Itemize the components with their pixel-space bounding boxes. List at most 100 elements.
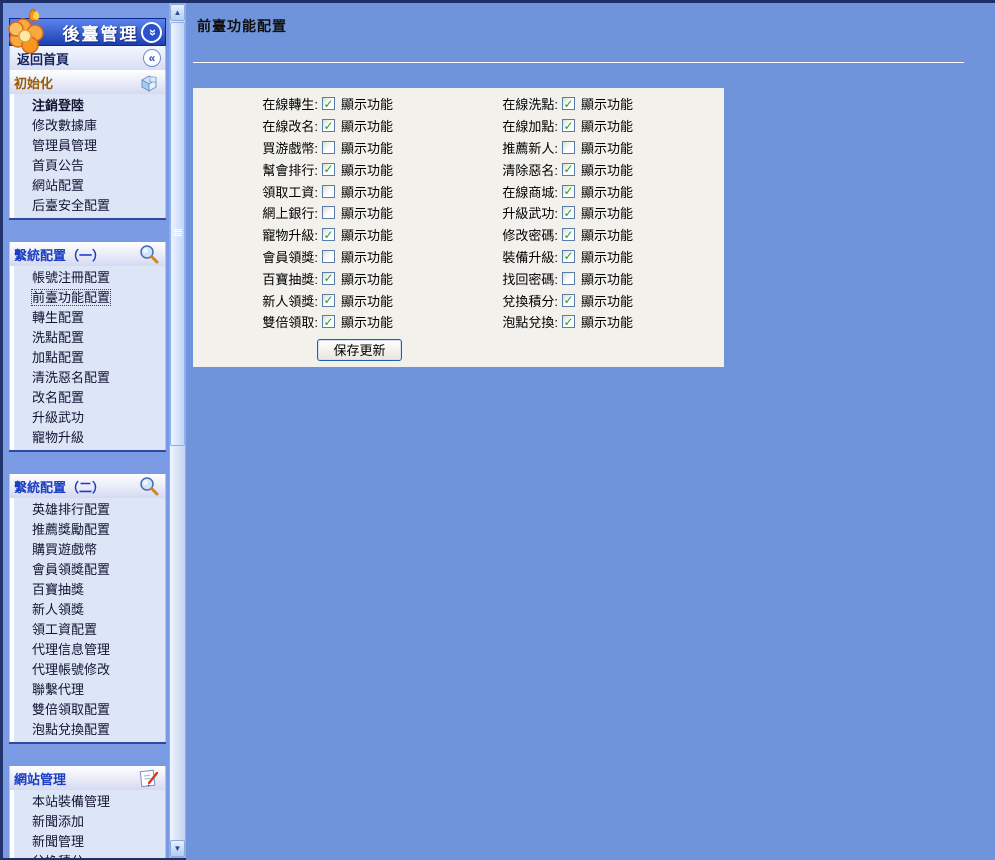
feature-label: 領取工資: [193,182,318,201]
sidebar-item[interactable]: 管理員管理 [10,136,165,156]
sidebar-item[interactable]: 洗點配置 [10,328,165,348]
feature-checkbox[interactable]: ✓ [322,119,335,132]
feature-row: 買游戲幣:顯示功能推薦新人:顯示功能 [193,137,724,159]
feature-cell: 在線商城: ✓ 顯示功能 [433,182,693,201]
feature-cell: 買游戲幣:顯示功能 [193,138,433,157]
feature-checkbox[interactable] [322,206,335,219]
scroll-down-icon[interactable]: ▼ [170,840,185,857]
sidebar-item[interactable]: 新聞添加 [10,812,165,832]
feature-cell: 寵物升級:✓顯示功能 [193,225,433,244]
scrollbar-thumb[interactable] [170,22,185,446]
feature-checkbox[interactable] [322,250,335,263]
sidebar-item[interactable]: 購買遊戲幣 [10,540,165,560]
sidebar-item[interactable]: 聯繫代理 [10,680,165,700]
feature-cell: 新人領獎:✓顯示功能 [193,291,433,310]
flower-logo-icon [6,7,52,55]
feature-checkbox[interactable]: ✓ [562,294,575,307]
sidebar-item[interactable]: 百寶抽獎 [10,580,165,600]
sidebar-scrollbar[interactable]: ▲ ▼ [169,3,186,858]
sidebar-item[interactable]: 代理信息管理 [10,640,165,660]
section-header[interactable]: 繫統配置（一） [9,242,166,266]
feature-row: 網上銀行:顯示功能升級武功:✓顯示功能 [193,202,724,224]
feature-checkbox[interactable]: ✓ [322,294,335,307]
checkbox-caption: 顯示功能 [581,160,633,179]
feature-checkbox[interactable]: ✓ [562,250,575,263]
sidebar-item[interactable]: 改名配置 [10,388,165,408]
sidebar-item[interactable]: 修改數據庫 [10,116,165,136]
feature-checkbox[interactable]: ✓ [562,97,575,110]
feature-checkbox[interactable]: ✓ [562,119,575,132]
feature-label: 在線改名: [193,116,318,135]
feature-label: 百寶抽獎: [193,269,318,288]
sidebar-item[interactable]: 推薦獎勵配置 [10,520,165,540]
feature-checkbox[interactable]: ✓ [562,315,575,328]
feature-cell: 修改密碼: ✓ 顯示功能 [433,225,693,244]
feature-checkbox[interactable] [562,272,575,285]
sidebar-section: 網站管理本站裝備管理新聞添加新聞管理兌換積分裝備升級 [9,766,166,860]
feature-label: 新人領獎: [193,291,318,310]
sidebar-item[interactable]: 雙倍領取配置 [10,700,165,720]
feature-cell: 在線改名:✓顯示功能 [193,116,433,135]
chevron-double-left-icon[interactable]: « [143,49,161,67]
sidebar-item[interactable]: 英雄排行配置 [10,500,165,520]
feature-label: 在線洗點: [433,94,558,113]
section-header[interactable]: 初始化 [9,70,166,94]
feature-checkbox[interactable]: ✓ [322,97,335,110]
feature-checkbox[interactable]: ✓ [562,206,575,219]
sidebar-item[interactable]: 帳號注冊配置 [10,268,165,288]
feature-row: 寵物升級: ✓ 顯示功能修改密碼: ✓ 顯示功能 [193,224,724,246]
feature-checkbox[interactable]: ✓ [322,272,335,285]
sidebar-item[interactable]: 新人領獎 [10,600,165,620]
section-items: 英雄排行配置推薦獎勵配置購買遊戲幣會員領獎配置百寶抽獎新人領獎領工資配置代理信息… [9,498,166,742]
sidebar-item[interactable]: 升級武功 [10,408,165,428]
feature-checkbox[interactable] [322,141,335,154]
feature-checkbox[interactable]: ✓ [322,228,335,241]
sidebar-item[interactable]: 兌換積分 [10,852,165,860]
feature-checkbox[interactable] [562,141,575,154]
checkbox-caption: 顯示功能 [581,182,633,201]
sidebar-item[interactable]: 本站裝備管理 [10,792,165,812]
sidebar-item[interactable]: 泡點兌換配置 [10,720,165,740]
feature-checkbox[interactable] [322,185,335,198]
scroll-up-icon[interactable]: ▲ [170,4,185,21]
feature-label: 在線商城: [433,182,558,201]
feature-label: 修改密碼: [433,225,558,244]
section-header[interactable]: 繫統配置（二） [9,474,166,498]
cube-icon [138,71,160,93]
section-header[interactable]: 網站管理 [9,766,166,790]
feature-label: 在線加點: [433,116,558,135]
sidebar-item[interactable]: 新聞管理 [10,832,165,852]
sidebar-item[interactable]: 領工資配置 [10,620,165,640]
sidebar-item[interactable]: 轉生配置 [10,308,165,328]
feature-cell: 升級武功:✓顯示功能 [433,203,693,222]
feature-cell: 幫會排行:✓顯示功能 [193,160,433,179]
sidebar-item[interactable]: 加點配置 [10,348,165,368]
feature-checkbox[interactable]: ✓ [562,228,575,241]
sidebar-item[interactable]: 會員領獎配置 [10,560,165,580]
feature-label: 泡點兌換: [433,312,558,331]
feature-checkbox[interactable]: ✓ [322,163,335,176]
sidebar-item[interactable]: 清洗惡名配置 [10,368,165,388]
feature-checkbox[interactable]: ✓ [322,315,335,328]
sidebar-item[interactable]: 寵物升級 [10,428,165,448]
section-items: 帳號注冊配置前臺功能配置轉生配置洗點配置加點配置清洗惡名配置改名配置升級武功寵物… [9,266,166,450]
checkbox-caption: 顯示功能 [341,312,393,331]
main-content: 前臺功能配置 在線轉生:✓顯示功能在線洗點:✓顯示功能在線改名:✓顯示功能在線加… [186,3,995,860]
feature-checkbox[interactable]: ✓ [562,163,575,176]
feature-checkbox[interactable]: ✓ [562,185,575,198]
checkbox-caption: 顯示功能 [581,312,633,331]
sidebar-item[interactable]: 后臺安全配置 [10,196,165,216]
save-button[interactable]: 保存更新 [317,339,402,361]
feature-label: 寵物升級: [193,225,318,244]
sidebar-item[interactable]: 前臺功能配置 [10,288,165,308]
sidebar-stack: 後臺管理 « 返回首頁 « 初始化注銷登陸修改數據庫管理員管理首頁公告網站配置后… [9,18,166,860]
section-items: 注銷登陸修改數據庫管理員管理首頁公告網站配置后臺安全配置 [9,94,166,218]
sidebar-item[interactable]: 代理帳號修改 [10,660,165,680]
chevron-double-down-icon[interactable]: « [141,22,162,43]
checkbox-caption: 顯示功能 [581,225,633,244]
feature-row: 在線改名:✓顯示功能在線加點:✓顯示功能 [193,115,724,137]
sidebar-item[interactable]: 網站配置 [10,176,165,196]
sidebar-item[interactable]: 首頁公告 [10,156,165,176]
sidebar-item[interactable]: 注銷登陸 [10,96,165,116]
feature-label: 兌換積分: [433,291,558,310]
